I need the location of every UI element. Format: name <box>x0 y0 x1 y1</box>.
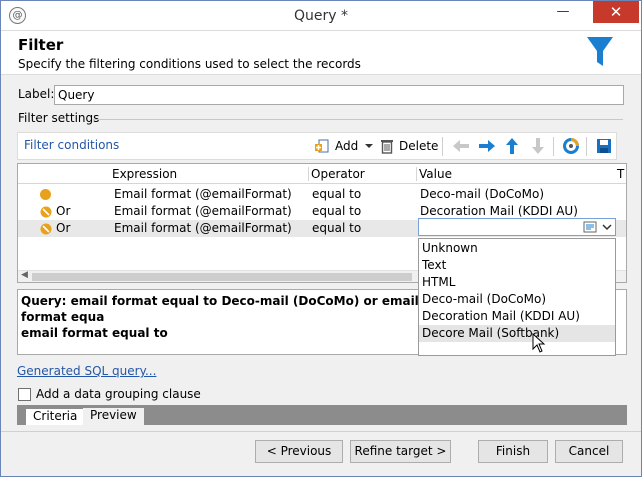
refine-target-button[interactable]: Refine target > <box>350 440 451 463</box>
scrollbar-thumb[interactable] <box>32 273 412 281</box>
add-label: Add <box>335 139 359 153</box>
query-text: Query: email format equal to Deco-mail (… <box>21 293 421 341</box>
move-left-button[interactable] <box>452 136 470 156</box>
column-value: Value <box>419 167 452 181</box>
close-button[interactable]: ✕ <box>593 1 639 23</box>
dropdown-option[interactable]: Decoration Mail (KDDI AU) <box>419 308 615 325</box>
arrow-down-icon <box>532 138 544 154</box>
save-icon <box>597 139 611 153</box>
chevron-down-icon[interactable] <box>599 220 615 234</box>
filter-settings-heading: Filter settings <box>18 111 100 125</box>
mouse-cursor-icon <box>532 333 546 353</box>
row-expression: Email format (@emailFormat) <box>114 221 292 235</box>
label-caption: Label: <box>18 87 55 101</box>
row-operator: equal to <box>312 221 362 235</box>
condition-row[interactable]: Email format (@emailFormat) equal to Dec… <box>18 186 626 203</box>
page-subtitle: Specify the filtering conditions used to… <box>18 57 361 71</box>
condition-bullet-icon <box>40 189 51 200</box>
toolbar-separator <box>442 137 443 156</box>
arrow-right-icon <box>479 140 495 152</box>
grouping-checkbox[interactable] <box>18 388 31 401</box>
cancel-button[interactable]: Cancel <box>555 440 623 463</box>
dropdown-option[interactable]: Deco-mail (DoCoMo) <box>419 291 615 308</box>
column-operator: Operator <box>311 167 365 181</box>
save-button[interactable] <box>596 136 612 156</box>
grid-header: Expression Operator Value T <box>18 164 626 184</box>
previous-button[interactable]: < Previous <box>255 440 343 463</box>
toolbar-separator <box>553 137 554 156</box>
column-divider <box>416 167 417 181</box>
footer-divider <box>1 431 641 432</box>
tab-strip: Criteria Preview <box>17 405 627 425</box>
list-picker-icon[interactable] <box>582 220 598 234</box>
delete-button[interactable]: Delete <box>380 136 438 156</box>
value-combobox[interactable] <box>418 218 616 236</box>
finish-button[interactable]: Finish <box>478 440 548 463</box>
row-expression: Email format (@emailFormat) <box>114 204 292 218</box>
label-input[interactable] <box>54 85 624 105</box>
column-type: T <box>617 167 625 181</box>
row-expression: Email format (@emailFormat) <box>114 187 292 201</box>
column-divider <box>308 167 309 181</box>
row-value: Decoration Mail (KDDI AU) <box>420 204 578 218</box>
minimize-button[interactable]: — <box>549 1 577 23</box>
scroll-left-icon[interactable]: ◀ <box>21 270 28 280</box>
chevron-down-icon <box>365 144 374 148</box>
add-button[interactable]: Add <box>314 136 376 156</box>
value-dropdown-list: Unknown Text HTML Deco-mail (DoCoMo) Dec… <box>418 238 616 356</box>
grouping-checkbox-label: Add a data grouping clause <box>36 387 201 401</box>
or-connector-icon <box>40 223 52 235</box>
section-divider <box>93 119 623 120</box>
title-bar: @ Query * — ✕ <box>1 1 641 31</box>
refresh-icon <box>563 138 579 154</box>
tab-preview[interactable]: Preview <box>83 408 144 425</box>
delete-label: Delete <box>399 139 439 153</box>
query-window: @ Query * — ✕ Filter Specify the filteri… <box>0 0 642 477</box>
window-title: Query * <box>294 8 348 24</box>
query-line-2: email format equal to <box>21 326 168 340</box>
generated-sql-link[interactable]: Generated SQL query... <box>17 364 156 378</box>
move-right-button[interactable] <box>478 136 496 156</box>
add-condition-icon <box>315 139 329 153</box>
row-operator: equal to <box>312 204 362 218</box>
refresh-button[interactable] <box>562 136 580 156</box>
filter-toolbar: Filter conditions Add Delete <box>17 132 617 160</box>
column-expression: Expression <box>112 167 178 181</box>
toolbar-separator <box>586 137 587 156</box>
row-connector: Or <box>56 221 71 235</box>
page-title: Filter <box>18 36 64 54</box>
row-connector: Or <box>56 204 71 218</box>
header-panel: Filter Specify the filtering conditions … <box>1 31 641 75</box>
dropdown-option[interactable]: Text <box>419 257 615 274</box>
row-value: Deco-mail (DoCoMo) <box>420 187 545 201</box>
row-operator: equal to <box>312 187 362 201</box>
funnel-icon <box>587 37 613 66</box>
tab-criteria[interactable]: Criteria <box>25 408 86 425</box>
move-down-button[interactable] <box>530 136 546 156</box>
arrow-up-icon <box>506 138 518 154</box>
dropdown-option-highlighted[interactable]: Decore Mail (Softbank) <box>419 325 615 342</box>
query-line-1-tail: equa <box>70 310 105 324</box>
arrow-left-icon <box>453 140 469 152</box>
dropdown-option[interactable]: Unknown <box>419 240 615 257</box>
move-up-button[interactable] <box>504 136 520 156</box>
filter-conditions-title: Filter conditions <box>24 138 120 152</box>
dropdown-option[interactable]: HTML <box>419 274 615 291</box>
or-connector-icon <box>40 206 52 218</box>
trash-icon <box>381 140 393 154</box>
